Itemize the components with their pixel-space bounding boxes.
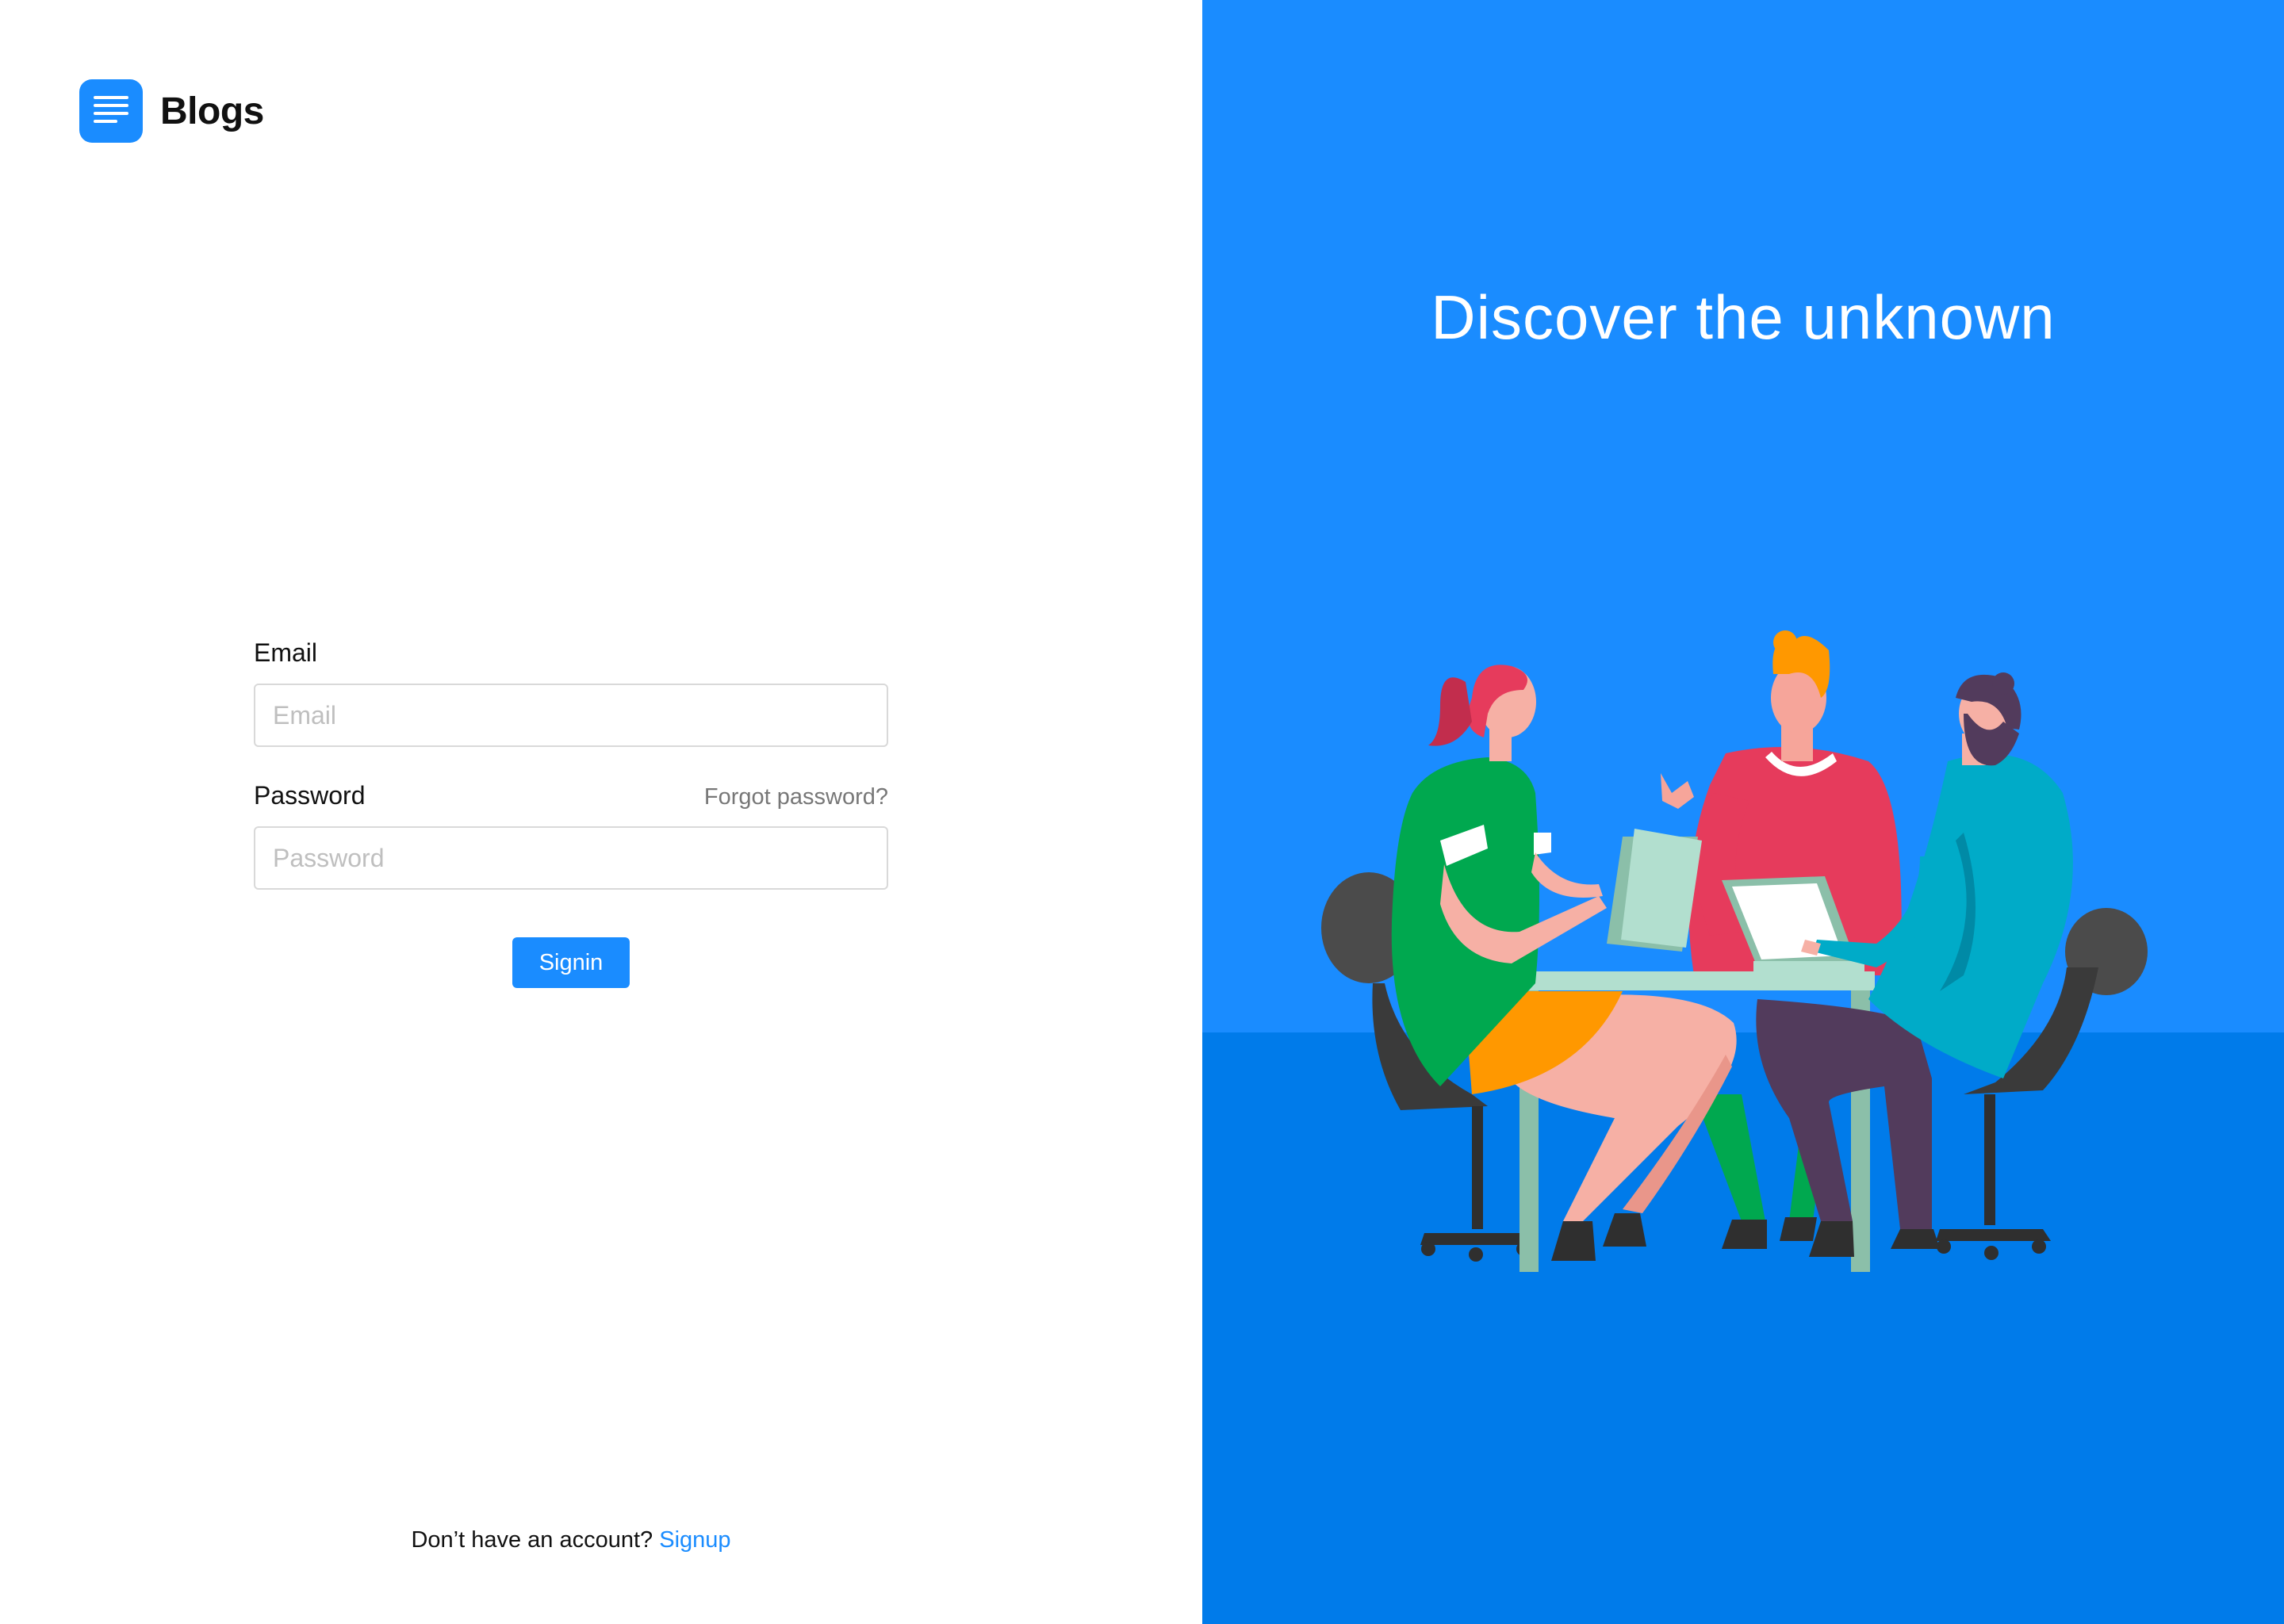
email-input[interactable] bbox=[254, 684, 888, 747]
brand-name: Blogs bbox=[160, 90, 264, 132]
brand-header: Blogs bbox=[79, 79, 264, 143]
signin-panel: Blogs Email Password Forgot password? Si… bbox=[0, 0, 1202, 1624]
password-input[interactable] bbox=[254, 826, 888, 890]
signin-page: Blogs Email Password Forgot password? Si… bbox=[0, 0, 2284, 1624]
password-label-row: Password Forgot password? bbox=[254, 777, 888, 810]
signup-prompt: Don’t have an account? Signup bbox=[0, 1527, 1142, 1553]
tablet bbox=[1607, 829, 1702, 952]
email-label: Email bbox=[254, 638, 318, 667]
forgot-password-link[interactable]: Forgot password? bbox=[704, 784, 888, 810]
submit-row: Signin bbox=[254, 937, 888, 988]
hero-panel: Discover the unknown bbox=[1202, 0, 2284, 1624]
signup-prompt-text: Don’t have an account? bbox=[411, 1527, 653, 1553]
document-lines-icon bbox=[79, 79, 143, 143]
password-label: Password bbox=[254, 781, 366, 810]
signin-form: Email Password Forgot password? Signin bbox=[254, 634, 888, 988]
three-people-meeting-illustration bbox=[1321, 630, 2148, 1272]
left-person bbox=[1391, 665, 1737, 1261]
email-label-row: Email bbox=[254, 634, 888, 668]
signin-button[interactable]: Signin bbox=[512, 937, 630, 988]
signup-link[interactable]: Signup bbox=[659, 1527, 730, 1553]
